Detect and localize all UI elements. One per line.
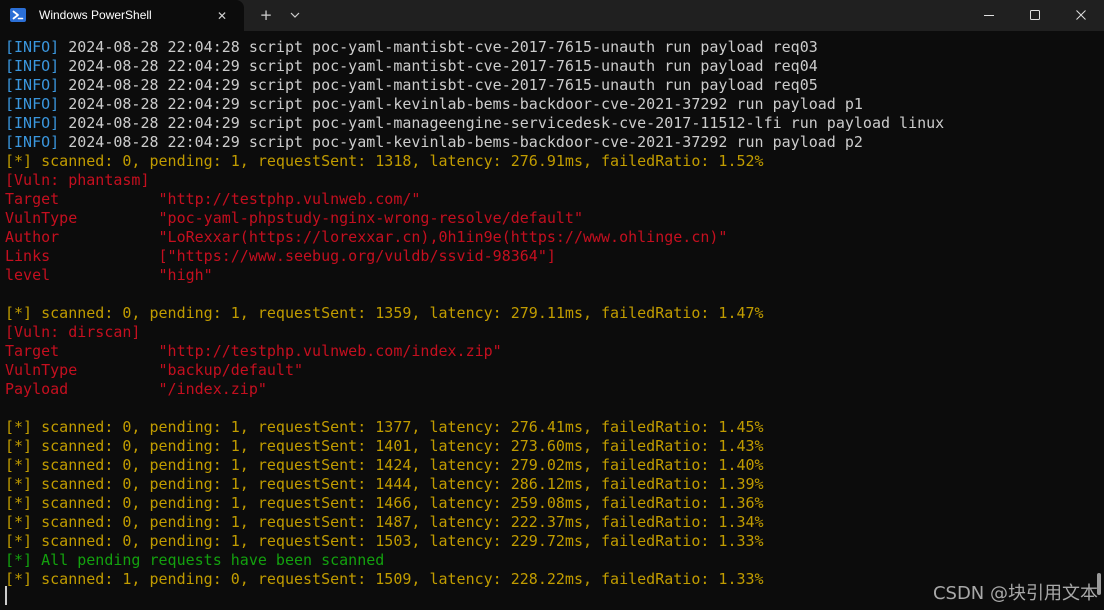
terminal-line: [INFO] 2024-08-28 22:04:28 script poc-ya… xyxy=(5,38,944,57)
log-text: [*] scanned: 0, pending: 1, requestSent:… xyxy=(5,532,764,550)
watermark: CSDN @块引用文本 xyxy=(932,583,1098,604)
log-text: VulnType "backup/default" xyxy=(5,361,304,379)
log-text: [*] scanned: 0, pending: 1, requestSent:… xyxy=(5,437,764,455)
log-text: level "high" xyxy=(5,266,213,284)
console-output: [INFO] 2024-08-28 22:04:28 script poc-ya… xyxy=(5,38,944,589)
powershell-window: Windows PowerShell ✕ + [INFO] 2024-08-28… xyxy=(0,0,1104,610)
terminal-line: Author "LoRexxar(https://lorexxar.cn),0h… xyxy=(5,228,944,247)
log-text: [*] scanned: 0, pending: 1, requestSent:… xyxy=(5,475,764,493)
log-text: 2024-08-28 22:04:29 script poc-yaml-kevi… xyxy=(59,133,863,151)
info-tag: [INFO] xyxy=(5,114,60,132)
info-tag: [INFO] xyxy=(5,57,60,75)
terminal-line: VulnType "backup/default" xyxy=(5,361,944,380)
close-window-button[interactable] xyxy=(1058,0,1104,31)
log-text: 2024-08-28 22:04:29 script poc-yaml-mant… xyxy=(59,76,818,94)
log-text: 2024-08-28 22:04:29 script poc-yaml-kevi… xyxy=(59,95,863,113)
terminal-line: [*] scanned: 0, pending: 1, requestSent:… xyxy=(5,304,944,323)
log-text: Links ["https://www.seebug.org/vuldb/ssv… xyxy=(5,247,556,265)
terminal-line: [*] scanned: 0, pending: 1, requestSent:… xyxy=(5,475,944,494)
log-text: 2024-08-28 22:04:29 script poc-yaml-mant… xyxy=(59,57,818,75)
log-text: Author "LoRexxar(https://lorexxar.cn),0h… xyxy=(5,228,728,246)
tab-powershell[interactable]: Windows PowerShell ✕ xyxy=(0,0,244,31)
terminal-line: [INFO] 2024-08-28 22:04:29 script poc-ya… xyxy=(5,95,944,114)
terminal-line: [INFO] 2024-08-28 22:04:29 script poc-ya… xyxy=(5,57,944,76)
log-text: [Vuln: phantasm] xyxy=(5,171,150,189)
minimize-button[interactable] xyxy=(966,0,1012,31)
terminal-line: [INFO] 2024-08-28 22:04:29 script poc-ya… xyxy=(5,114,944,133)
log-text: [Vuln: dirscan] xyxy=(5,323,141,341)
terminal-line: Target "http://testphp.vulnweb.com/index… xyxy=(5,342,944,361)
terminal-line: [Vuln: phantasm] xyxy=(5,171,944,190)
close-icon[interactable]: ✕ xyxy=(212,6,232,26)
terminal-line: Target "http://testphp.vulnweb.com/" xyxy=(5,190,944,209)
title-bar: Windows PowerShell ✕ + xyxy=(0,0,1104,31)
chevron-down-icon[interactable] xyxy=(286,5,304,25)
log-text: [*] scanned: 0, pending: 1, requestSent:… xyxy=(5,152,764,170)
log-text: Target "http://testphp.vulnweb.com/" xyxy=(5,190,421,208)
terminal-line: level "high" xyxy=(5,266,944,285)
terminal-line: [*] scanned: 0, pending: 1, requestSent:… xyxy=(5,513,944,532)
log-text: [*] scanned: 0, pending: 1, requestSent:… xyxy=(5,418,764,436)
log-text: [*] scanned: 0, pending: 1, requestSent:… xyxy=(5,304,764,322)
maximize-button[interactable] xyxy=(1012,0,1058,31)
log-text: Target "http://testphp.vulnweb.com/index… xyxy=(5,342,502,360)
terminal-line: [*] scanned: 0, pending: 1, requestSent:… xyxy=(5,532,944,551)
terminal-line: [*] All pending requests have been scann… xyxy=(5,551,944,570)
log-text: [*] scanned: 0, pending: 1, requestSent:… xyxy=(5,513,764,531)
terminal-line: [INFO] 2024-08-28 22:04:29 script poc-ya… xyxy=(5,76,944,95)
log-text: [*] All pending requests have been scann… xyxy=(5,551,385,569)
terminal-line: [INFO] 2024-08-28 22:04:29 script poc-ya… xyxy=(5,133,944,152)
log-text: 2024-08-28 22:04:29 script poc-yaml-mana… xyxy=(59,114,945,132)
info-tag: [INFO] xyxy=(5,38,60,56)
terminal-line: VulnType "poc-yaml-phpstudy-nginx-wrong-… xyxy=(5,209,944,228)
new-tab-button[interactable]: + xyxy=(256,5,276,25)
log-text: Payload "/index.zip" xyxy=(5,380,267,398)
info-tag: [INFO] xyxy=(5,76,60,94)
log-text: [*] scanned: 0, pending: 1, requestSent:… xyxy=(5,456,764,474)
terminal-line: [*] scanned: 1, pending: 0, requestSent:… xyxy=(5,570,944,589)
terminal-line: [*] scanned: 0, pending: 1, requestSent:… xyxy=(5,456,944,475)
terminal-line: Links ["https://www.seebug.org/vuldb/ssv… xyxy=(5,247,944,266)
log-text: 2024-08-28 22:04:28 script poc-yaml-mant… xyxy=(59,38,818,56)
log-text: [*] scanned: 1, pending: 0, requestSent:… xyxy=(5,570,764,588)
terminal-line: [*] scanned: 0, pending: 1, requestSent:… xyxy=(5,494,944,513)
info-tag: [INFO] xyxy=(5,95,60,113)
text-cursor xyxy=(5,586,7,605)
terminal-line: Payload "/index.zip" xyxy=(5,380,944,399)
terminal-line: [Vuln: dirscan] xyxy=(5,323,944,342)
terminal-line: [*] scanned: 0, pending: 1, requestSent:… xyxy=(5,418,944,437)
tab-title: Windows PowerShell xyxy=(39,8,152,22)
log-text: VulnType "poc-yaml-phpstudy-nginx-wrong-… xyxy=(5,209,583,227)
terminal-line: [*] scanned: 0, pending: 1, requestSent:… xyxy=(5,437,944,456)
info-tag: [INFO] xyxy=(5,133,60,151)
terminal-output-area[interactable]: [INFO] 2024-08-28 22:04:28 script poc-ya… xyxy=(0,31,1104,610)
powershell-icon xyxy=(10,7,26,23)
terminal-line: [*] scanned: 0, pending: 1, requestSent:… xyxy=(5,152,944,171)
log-text: [*] scanned: 0, pending: 1, requestSent:… xyxy=(5,494,764,512)
